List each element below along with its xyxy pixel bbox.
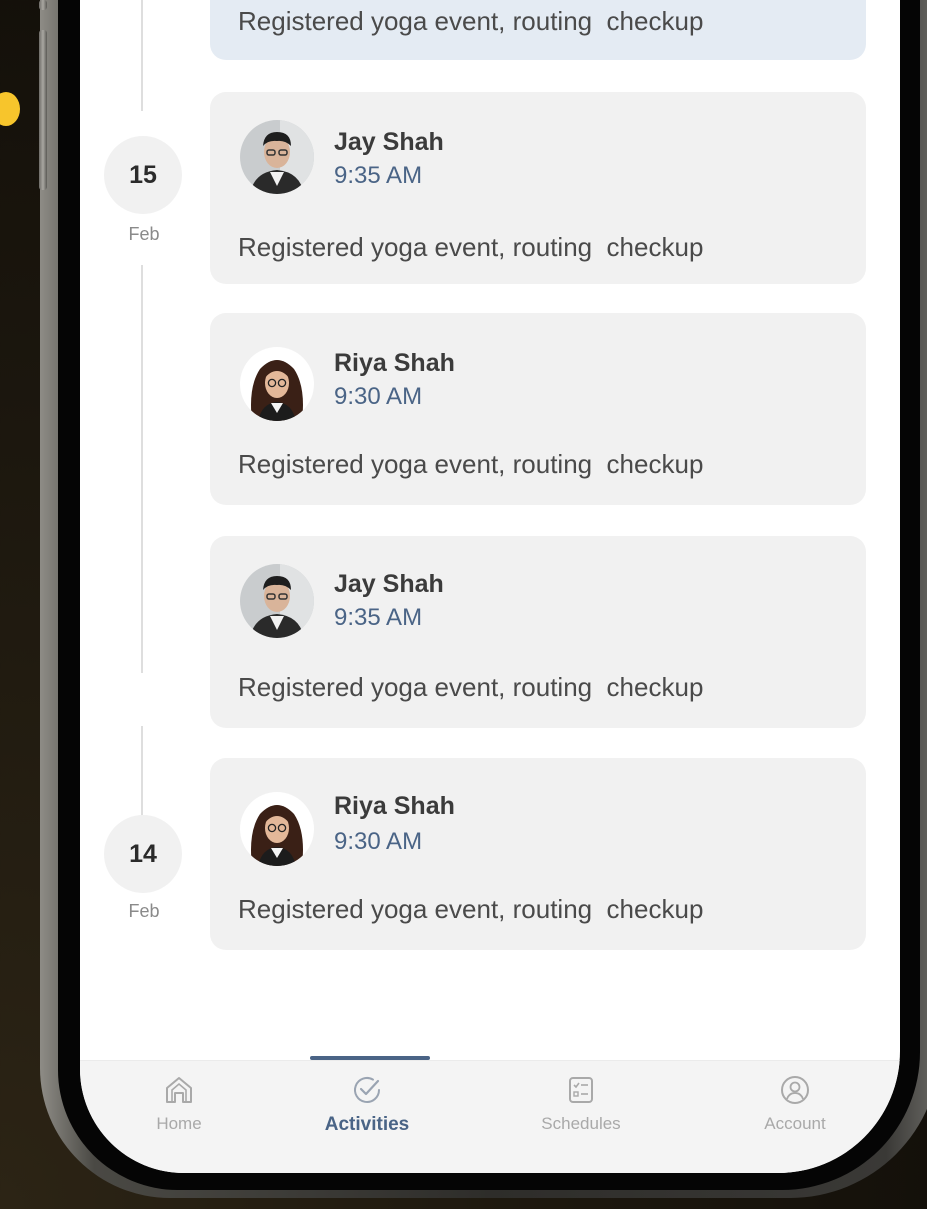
- nav-label-account: Account: [764, 1114, 826, 1133]
- activity-description: Registered yoga event, routing checkup: [238, 449, 704, 479]
- avatar: [240, 792, 314, 866]
- date-month: Feb: [128, 224, 160, 244]
- date-day: 15: [104, 136, 182, 214]
- activity-time: 9:35 AM: [334, 604, 423, 631]
- person-name: Jay Shah: [334, 128, 444, 156]
- nav-account[interactable]: Account: [720, 1074, 870, 1134]
- activity-card[interactable]: Riya Shah 9:30 AM Registered yoga event,…: [210, 758, 866, 950]
- app-screen: 15 Feb 14 Feb Registered yoga event, rou…: [80, 0, 900, 1173]
- person-name: Riya Shah: [334, 349, 455, 377]
- activity-description: Registered yoga event, routing checkup: [238, 232, 704, 262]
- avatar: [240, 564, 314, 638]
- user-circle-icon: [781, 1076, 809, 1104]
- avatar: [240, 120, 314, 194]
- activity-card[interactable]: Jay Shah 9:35 AM Registered yoga event, …: [210, 92, 866, 284]
- avatar: [240, 347, 314, 421]
- activity-card[interactable]: Riya Shah 9:30 AM Registered yoga event,…: [210, 313, 866, 505]
- person-name: Jay Shah: [334, 570, 444, 598]
- nav-schedules[interactable]: Schedules: [506, 1074, 656, 1134]
- phone-side-button: [39, 0, 47, 10]
- check-circle-icon: [354, 1077, 380, 1103]
- date-day: 14: [104, 815, 182, 893]
- timeline-line: [141, 726, 143, 816]
- phone-side-button: [39, 30, 47, 190]
- activity-description: Registered yoga event, routing checkup: [238, 6, 704, 36]
- nav-activities[interactable]: Activities: [292, 1074, 442, 1136]
- timeline-line: [141, 265, 143, 673]
- nav-home[interactable]: Home: [104, 1074, 254, 1134]
- activity-description: Registered yoga event, routing checkup: [238, 894, 704, 924]
- checklist-icon: [569, 1077, 593, 1103]
- nav-label-home: Home: [156, 1114, 202, 1133]
- nav-label-schedules: Schedules: [541, 1114, 621, 1133]
- timeline-line: [141, 0, 143, 111]
- date-month: Feb: [128, 901, 160, 921]
- nav-label-activities: Activities: [324, 1114, 410, 1135]
- activity-card[interactable]: Registered yoga event, routing checkup: [210, 0, 866, 60]
- active-tab-indicator: [310, 1056, 430, 1060]
- activity-description: Registered yoga event, routing checkup: [238, 672, 704, 702]
- decorative-dot: [0, 92, 20, 126]
- activity-time: 9:30 AM: [334, 828, 423, 855]
- home-icon: [166, 1077, 192, 1103]
- activity-time: 9:30 AM: [334, 383, 423, 410]
- activity-time: 9:35 AM: [334, 162, 423, 189]
- person-name: Riya Shah: [334, 792, 455, 820]
- activity-card[interactable]: Jay Shah 9:35 AM Registered yoga event, …: [210, 536, 866, 728]
